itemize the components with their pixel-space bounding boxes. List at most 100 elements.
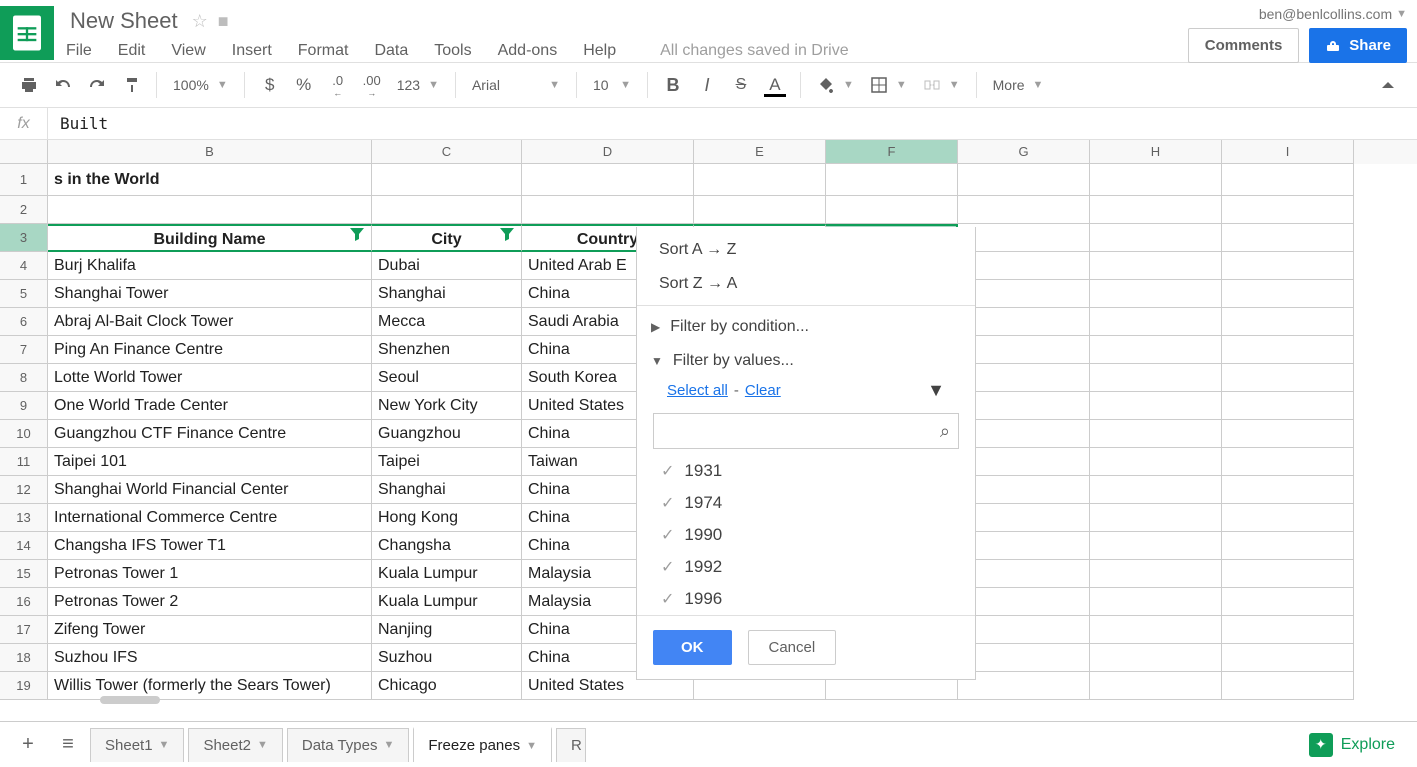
cell[interactable] — [1222, 532, 1354, 560]
clear-link[interactable]: Clear — [745, 382, 781, 399]
percent-icon[interactable]: % — [289, 70, 319, 100]
menu-format[interactable]: Format — [298, 42, 349, 60]
cell[interactable] — [1222, 588, 1354, 616]
zoom-select[interactable]: 100%▼ — [167, 77, 234, 93]
col-header-G[interactable]: G — [958, 140, 1090, 164]
ok-button[interactable]: OK — [653, 630, 732, 665]
fill-color-icon[interactable]: ▼ — [811, 76, 860, 94]
cell[interactable]: Ping An Finance Centre — [48, 336, 372, 364]
row-header[interactable]: 6 — [0, 308, 48, 336]
cell-C1[interactable] — [372, 164, 522, 196]
filter-icon[interactable] — [499, 224, 515, 252]
collapse-toolbar-icon[interactable] — [1373, 70, 1403, 100]
cell[interactable] — [958, 336, 1090, 364]
col-header-C[interactable]: C — [372, 140, 522, 164]
cell[interactable]: Kuala Lumpur — [372, 560, 522, 588]
cell[interactable]: Shanghai — [372, 476, 522, 504]
row-header[interactable]: 18 — [0, 644, 48, 672]
filter-by-condition[interactable]: ▶Filter by condition... — [637, 310, 975, 344]
bold-icon[interactable]: B — [658, 70, 688, 100]
cell[interactable]: Taipei — [372, 448, 522, 476]
col-header-F[interactable]: F — [826, 140, 958, 164]
add-sheet-icon[interactable]: + — [10, 727, 46, 763]
filter-by-values[interactable]: ▼Filter by values... — [637, 344, 975, 378]
menu-data[interactable]: Data — [374, 42, 408, 60]
header-city[interactable]: City — [372, 224, 522, 252]
cell[interactable] — [958, 280, 1090, 308]
cell[interactable] — [1090, 252, 1222, 280]
cell[interactable] — [1090, 364, 1222, 392]
cell[interactable] — [958, 616, 1090, 644]
strikethrough-icon[interactable]: S — [726, 70, 756, 100]
cell[interactable]: Chicago — [372, 672, 522, 700]
cell-F1[interactable] — [826, 164, 958, 196]
document-title[interactable]: New Sheet — [66, 6, 182, 36]
all-sheets-icon[interactable]: ≡ — [50, 727, 86, 763]
filter-icon[interactable] — [349, 224, 365, 252]
cell[interactable] — [1090, 616, 1222, 644]
row-header[interactable]: 13 — [0, 504, 48, 532]
row-header[interactable]: 10 — [0, 420, 48, 448]
cell[interactable] — [1090, 420, 1222, 448]
cell[interactable] — [958, 252, 1090, 280]
number-format-select[interactable]: 123▼ — [391, 77, 445, 93]
cell[interactable] — [1222, 672, 1354, 700]
row-header[interactable]: 11 — [0, 448, 48, 476]
cell[interactable]: Petronas Tower 2 — [48, 588, 372, 616]
cell[interactable] — [1090, 308, 1222, 336]
row-header[interactable]: 7 — [0, 336, 48, 364]
cell[interactable]: Shanghai World Financial Center — [48, 476, 372, 504]
cell[interactable] — [1090, 672, 1222, 700]
cell[interactable]: Suzhou — [372, 644, 522, 672]
filter-value-item[interactable]: ✓1996 — [653, 583, 967, 615]
filter-value-item[interactable]: ✓1992 — [653, 551, 967, 583]
tab-sheet1[interactable]: Sheet1▼ — [90, 728, 184, 762]
row-header[interactable]: 16 — [0, 588, 48, 616]
sort-za[interactable]: Sort Z → A — [637, 267, 975, 301]
tab-sheet2[interactable]: Sheet2▼ — [188, 728, 282, 762]
cell[interactable] — [958, 308, 1090, 336]
tab-data-types[interactable]: Data Types▼ — [287, 728, 410, 762]
cell[interactable] — [1222, 392, 1354, 420]
font-size-select[interactable]: 10▼ — [587, 77, 637, 93]
row-header-2[interactable]: 2 — [0, 196, 48, 224]
row-header[interactable]: 14 — [0, 532, 48, 560]
cell[interactable] — [1222, 252, 1354, 280]
text-color-icon[interactable]: A — [760, 70, 790, 100]
cell[interactable]: Kuala Lumpur — [372, 588, 522, 616]
tab-freeze-panes[interactable]: Freeze panes▼ — [413, 727, 552, 762]
cell[interactable] — [1090, 280, 1222, 308]
increase-decimal-icon[interactable]: .00→ — [357, 70, 387, 100]
cancel-button[interactable]: Cancel — [748, 630, 837, 665]
move-folder-icon[interactable]: ■ — [218, 11, 229, 32]
col-header-I[interactable]: I — [1222, 140, 1354, 164]
cell[interactable] — [958, 532, 1090, 560]
cell[interactable]: Shanghai — [372, 280, 522, 308]
cell[interactable]: Burj Khalifa — [48, 252, 372, 280]
menu-insert[interactable]: Insert — [232, 42, 272, 60]
comments-button[interactable]: Comments — [1188, 28, 1300, 63]
cell[interactable]: Nanjing — [372, 616, 522, 644]
cell[interactable]: Petronas Tower 1 — [48, 560, 372, 588]
cell[interactable]: New York City — [372, 392, 522, 420]
print-icon[interactable] — [14, 70, 44, 100]
row-header[interactable]: 4 — [0, 252, 48, 280]
borders-icon[interactable]: ▼ — [864, 76, 913, 94]
filter-value-item[interactable]: ✓1990 — [653, 519, 967, 551]
cell[interactable] — [1090, 504, 1222, 532]
row-header[interactable]: 9 — [0, 392, 48, 420]
cell-E1[interactable] — [694, 164, 826, 196]
cell[interactable]: Willis Tower (formerly the Sears Tower) — [48, 672, 372, 700]
select-all-link[interactable]: Select all — [667, 382, 728, 399]
row-header[interactable]: 8 — [0, 364, 48, 392]
row-header-3[interactable]: 3 — [0, 224, 48, 252]
cell[interactable] — [958, 644, 1090, 672]
cell[interactable] — [1090, 476, 1222, 504]
cell[interactable] — [1090, 532, 1222, 560]
cell-G1[interactable] — [958, 164, 1090, 196]
menu-file[interactable]: File — [66, 42, 92, 60]
cell[interactable]: Mecca — [372, 308, 522, 336]
menu-help[interactable]: Help — [583, 42, 616, 60]
horizontal-scrollbar[interactable] — [100, 696, 160, 704]
cell[interactable]: Shenzhen — [372, 336, 522, 364]
